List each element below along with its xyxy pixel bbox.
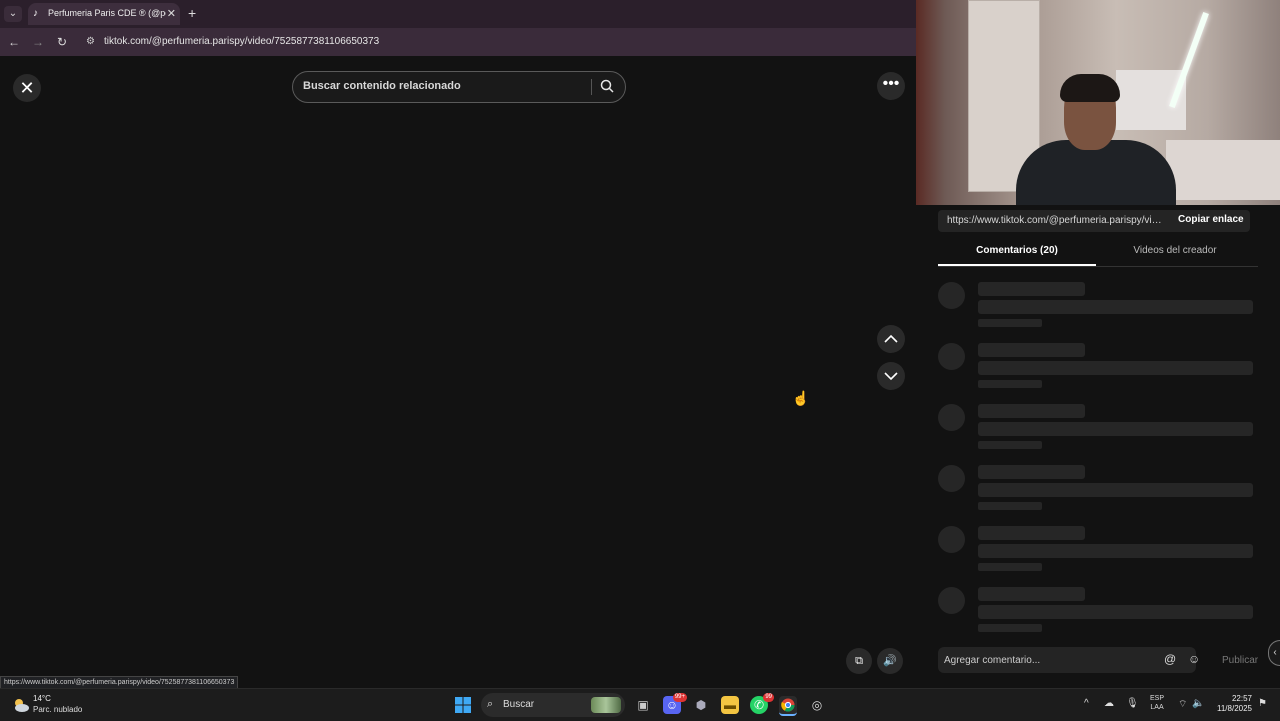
webcam-overlay (916, 0, 1280, 205)
collapse-panel-icon[interactable]: ‹ (1268, 640, 1280, 666)
search-input[interactable]: Buscar contenido relacionado (303, 80, 461, 92)
close-icon[interactable]: ✕ (13, 74, 41, 102)
more-icon[interactable]: ••• (877, 72, 905, 100)
browser-tab[interactable]: ♪ Perfumeria Paris CDE ® (@perf ✕ (28, 3, 180, 25)
microphone-icon[interactable]: 🎙 (1126, 698, 1139, 709)
taskbar: 14°C Parc. nublado ⌕ Buscar ▣ ☺ 99+ ⬢ ▬ ✆… (0, 688, 1280, 721)
tab-creator-videos[interactable]: Videos del creador (1096, 245, 1254, 256)
chrome-icon[interactable] (779, 696, 797, 716)
notifications-icon[interactable]: ⚑ (1258, 698, 1267, 709)
task-view-icon[interactable]: ▣ (634, 696, 652, 714)
reload-icon[interactable]: ↻ (54, 35, 70, 49)
text-placeholder (978, 361, 1253, 375)
text-placeholder (978, 544, 1253, 558)
text-placeholder (978, 605, 1253, 619)
avatar-placeholder (938, 526, 965, 553)
search-icon: ⌕ (487, 698, 494, 710)
weather-temperature[interactable]: 14°C (33, 694, 51, 703)
back-icon[interactable]: ← (6, 35, 22, 49)
meta-placeholder (978, 624, 1042, 632)
windows-icon[interactable] (455, 697, 471, 713)
tab-comments[interactable]: Comentarios (20) (938, 245, 1096, 256)
browser-tab-bar: ⌄ ♪ Perfumeria Paris CDE ® (@perf ✕ + (0, 0, 916, 28)
name-placeholder (978, 465, 1085, 479)
name-placeholder (978, 404, 1085, 418)
meta-placeholder (978, 319, 1042, 327)
comment-skeleton (938, 404, 1258, 465)
side-panel: https://www.tiktok.com/@perfumeria.paris… (916, 0, 1280, 688)
meta-placeholder (978, 441, 1042, 449)
tiktok-icon: ♪ (33, 8, 38, 19)
weather-condition[interactable]: Parc. nublado (33, 705, 82, 714)
date: 11/8/2025 (1217, 704, 1252, 713)
tab-close-icon[interactable]: ✕ (167, 7, 176, 20)
comment-placeholder: Agregar comentario... (944, 655, 1041, 666)
avatar-placeholder (938, 343, 965, 370)
copy-link-button[interactable]: Copiar enlace (1178, 214, 1244, 225)
pip-icon[interactable]: ⧉ (846, 648, 872, 674)
comment-skeleton (938, 465, 1258, 526)
taskbar-search-label: Buscar (503, 699, 535, 710)
address-bar[interactable]: ⚙ tiktok.com/@perfumeria.parispy/video/7… (80, 32, 906, 52)
comment-skeleton (938, 343, 1258, 404)
address-url[interactable]: tiktok.com/@perfumeria.parispy/video/752… (104, 36, 379, 47)
meta-placeholder (978, 380, 1042, 388)
related-search-box[interactable]: Buscar contenido relacionado (292, 71, 626, 103)
mouse-pointer-icon: ☝ (792, 390, 810, 406)
publish-button[interactable]: Publicar (1222, 655, 1258, 666)
avatar-placeholder (938, 282, 965, 309)
text-placeholder (978, 483, 1253, 497)
clock[interactable]: 22:57 11/8/2025 (1212, 694, 1252, 714)
chevron-up-icon[interactable]: ^ (1084, 698, 1089, 709)
comment-skeleton-list (938, 282, 1258, 632)
whatsapp-icon[interactable]: ✆ 99 (750, 693, 774, 714)
search-icon[interactable] (599, 78, 615, 94)
avatar-placeholder (938, 404, 965, 431)
comment-skeleton (938, 526, 1258, 587)
mention-icon[interactable]: @ (1164, 652, 1176, 666)
comment-skeleton (938, 587, 1258, 632)
comment-input[interactable]: Agregar comentario... @ ☺ (938, 647, 1200, 673)
forward-icon[interactable]: → (30, 35, 46, 49)
onedrive-icon[interactable]: ☁ (1104, 698, 1114, 709)
volume-icon[interactable]: 🔊 (877, 648, 903, 674)
tab-title: Perfumeria Paris CDE ® (@perf (48, 8, 166, 18)
folder-icon[interactable]: ▬ (721, 696, 739, 714)
name-placeholder (978, 587, 1085, 601)
video-player-area[interactable]: ✕ Buscar contenido relacionado ••• ☝ ⧉ 🔊 (0, 56, 916, 688)
time: 22:57 (1231, 694, 1252, 703)
text-placeholder (978, 300, 1253, 314)
language-indicator[interactable]: ESP LAA (1150, 694, 1164, 712)
meta-placeholder (978, 563, 1042, 571)
chevron-down-icon (884, 372, 898, 381)
weather-icon[interactable] (12, 696, 30, 714)
obs-icon[interactable]: ◎ (808, 696, 826, 714)
search-divider (591, 79, 592, 95)
discord-icon[interactable]: ☺ 99+ (663, 693, 687, 714)
comment-skeleton (938, 282, 1258, 343)
avatar-placeholder (938, 465, 965, 492)
share-link-text[interactable]: https://www.tiktok.com/@perfumeria.paris… (947, 215, 1165, 226)
volume-icon[interactable]: 🔈 (1192, 698, 1204, 709)
app-icon[interactable]: ⬢ (692, 696, 710, 714)
new-tab-button[interactable]: + (188, 5, 196, 21)
site-info-icon[interactable]: ⚙ (86, 36, 95, 47)
previous-video-button[interactable] (877, 325, 905, 353)
tab-search-dropdown-icon[interactable]: ⌄ (4, 6, 22, 22)
text-placeholder (978, 422, 1253, 436)
active-tab-indicator (938, 264, 1096, 266)
browser-nav-bar: ← → ↻ ⚙ tiktok.com/@perfumeria.parispy/v… (0, 28, 916, 56)
taskbar-search[interactable]: ⌕ Buscar (481, 693, 625, 717)
meta-placeholder (978, 502, 1042, 510)
search-highlight-image (591, 697, 621, 713)
name-placeholder (978, 526, 1085, 540)
comment-tabs: Comentarios (20) Videos del creador (938, 236, 1258, 267)
emoji-icon[interactable]: ☺ (1188, 652, 1200, 666)
chevron-up-icon (884, 334, 898, 343)
next-video-button[interactable] (877, 362, 905, 390)
name-placeholder (978, 343, 1085, 357)
wifi-icon[interactable]: ⌔ (1178, 698, 1187, 711)
avatar-placeholder (938, 587, 965, 614)
name-placeholder (978, 282, 1085, 296)
